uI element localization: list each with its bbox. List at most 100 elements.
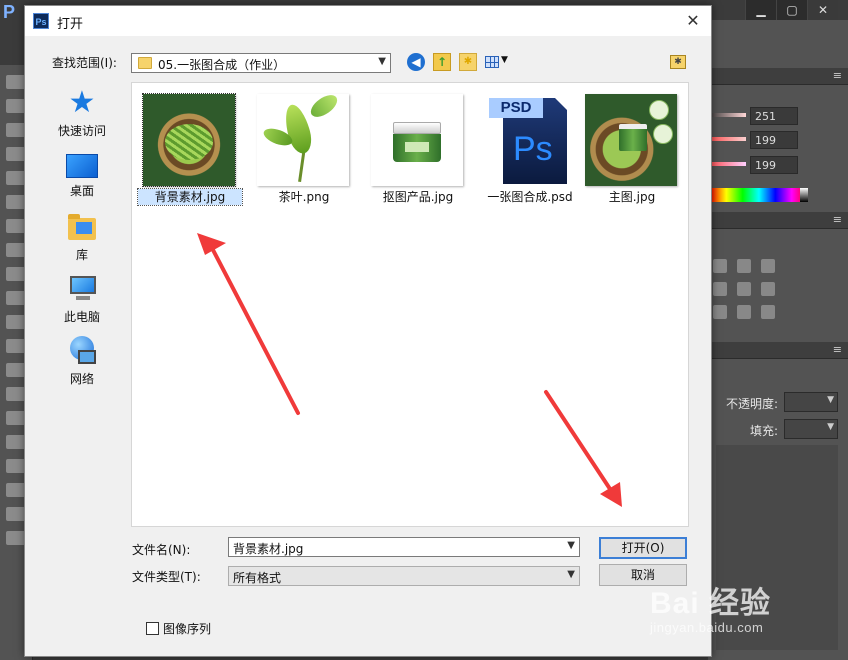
- minimize-icon[interactable]: ▁: [745, 0, 776, 20]
- brush-tool-icon[interactable]: [6, 243, 26, 257]
- color-spectrum-bw[interactable]: [800, 188, 808, 202]
- color-spectrum[interactable]: [710, 188, 808, 202]
- look-in-label: 查找范围(I):: [52, 56, 117, 70]
- filename-label: 文件名(N):: [132, 543, 191, 557]
- back-icon[interactable]: ◀: [407, 53, 425, 71]
- filename-input[interactable]: 背景素材.jpg ▼: [228, 537, 580, 557]
- photoshop-app-icon: Ps: [33, 13, 49, 29]
- panel-menu-icon[interactable]: ≡: [833, 213, 842, 226]
- opacity-label: 不透明度:: [726, 397, 779, 411]
- adjustment-icon[interactable]: [761, 305, 775, 319]
- file-item[interactable]: 茶叶.png: [252, 89, 356, 209]
- type-tool-icon[interactable]: [6, 435, 26, 449]
- look-in-combo[interactable]: 05.一张图合成（作业） ▼: [131, 53, 391, 73]
- eyedropper-tool-icon[interactable]: [6, 195, 26, 209]
- up-folder-icon[interactable]: ↑: [433, 53, 451, 71]
- chevron-down-icon[interactable]: ▼: [567, 540, 575, 551]
- opacity-combo[interactable]: ▼: [784, 392, 838, 412]
- place-desktop[interactable]: 桌面: [37, 150, 127, 199]
- computer-icon: [66, 274, 98, 304]
- place-label: 此电脑: [63, 310, 100, 324]
- maximize-icon[interactable]: ▢: [776, 0, 807, 20]
- star-icon: ★: [68, 85, 96, 120]
- slider-track[interactable]: [708, 113, 746, 117]
- color-value-r[interactable]: 251: [750, 107, 798, 125]
- image-sequence-option[interactable]: 图像序列: [146, 620, 211, 637]
- file-item[interactable]: 主图.jpg: [580, 89, 684, 209]
- adjustments-panel-tabs: ≡: [708, 212, 848, 229]
- open-button[interactable]: 打开(O): [599, 537, 687, 559]
- dialog-titlebar: Ps 打开 ✕: [25, 6, 711, 36]
- adjustment-icon[interactable]: [737, 282, 751, 296]
- place-this-pc[interactable]: 此电脑: [37, 274, 127, 325]
- place-label: 网络: [69, 372, 94, 386]
- file-name: 一张图合成.psd: [487, 190, 573, 204]
- image-sequence-checkbox[interactable]: [146, 622, 159, 635]
- new-folder-icon[interactable]: ✱: [459, 53, 477, 71]
- place-libraries[interactable]: 库: [37, 212, 127, 263]
- file-item[interactable]: 抠图产品.jpg: [366, 89, 470, 209]
- lasso-tool-icon[interactable]: [6, 123, 26, 137]
- place-network[interactable]: 网络: [37, 336, 127, 387]
- look-in-value: 05.一张图合成（作业）: [158, 58, 286, 72]
- blur-tool-icon[interactable]: [6, 363, 26, 377]
- stamp-tool-icon[interactable]: [6, 267, 26, 281]
- marquee-tool-icon[interactable]: [6, 99, 26, 113]
- fill-label: 填充:: [750, 424, 779, 438]
- adjustment-icon[interactable]: [713, 305, 727, 319]
- slider-track[interactable]: [708, 137, 746, 141]
- gradient-tool-icon[interactable]: [6, 339, 26, 353]
- file-name: 茶叶.png: [278, 190, 330, 204]
- file-thumbnail: [585, 94, 677, 186]
- watermark-main: Bai 经验: [650, 587, 772, 620]
- hand-tool-icon[interactable]: [6, 507, 26, 521]
- file-list[interactable]: 背景素材.jpg 茶叶.png 抠图产品.jpg PSD Ps 一张图合成.psd…: [131, 82, 689, 527]
- adjustment-icon[interactable]: [713, 259, 727, 273]
- path-select-tool-icon[interactable]: [6, 459, 26, 473]
- adjustment-icon[interactable]: [737, 305, 751, 319]
- place-label: 库: [75, 248, 88, 262]
- adjustment-icon[interactable]: [737, 259, 751, 273]
- place-quick-access[interactable]: ★ 快速访问: [37, 88, 127, 139]
- eraser-tool-icon[interactable]: [6, 315, 26, 329]
- file-item[interactable]: PSD Ps 一张图合成.psd: [478, 89, 582, 209]
- dodge-tool-icon[interactable]: [6, 387, 26, 401]
- history-brush-tool-icon[interactable]: [6, 291, 26, 305]
- color-slider-g: 199: [708, 131, 848, 151]
- close-icon[interactable]: ✕: [807, 0, 838, 20]
- fill-combo[interactable]: ▼: [784, 419, 838, 439]
- folder-icon: [138, 57, 152, 69]
- adjustment-icon[interactable]: [761, 282, 775, 296]
- panel-menu-icon[interactable]: ≡: [833, 343, 842, 356]
- network-icon: [66, 336, 98, 366]
- open-file-dialog: Ps 打开 ✕ 查找范围(I): 05.一张图合成（作业） ▼ ◀ ↑ ✱ ▼ …: [24, 5, 712, 657]
- healing-tool-icon[interactable]: [6, 219, 26, 233]
- pen-tool-icon[interactable]: [6, 411, 26, 425]
- file-thumbnail: [142, 93, 236, 187]
- color-value-b[interactable]: 199: [750, 156, 798, 174]
- place-label: 快速访问: [57, 124, 106, 138]
- filetype-combo[interactable]: 所有格式 ▼: [228, 566, 580, 586]
- adjustment-icon[interactable]: [761, 259, 775, 273]
- photoshop-right-panels: ≡ 251 199 199 ≡ ≡ 不透明度: ▼ 填充: ▼: [708, 20, 848, 660]
- adjustment-icon[interactable]: [713, 282, 727, 296]
- library-icon: [66, 212, 98, 242]
- panel-menu-icon[interactable]: ≡: [833, 69, 842, 82]
- view-menu-icon[interactable]: ▼: [485, 53, 511, 71]
- dialog-close-icon[interactable]: ✕: [681, 10, 705, 32]
- shape-tool-icon[interactable]: [6, 483, 26, 497]
- chevron-down-icon: ▼: [501, 55, 508, 65]
- folder-browse-icon[interactable]: ✱: [670, 55, 686, 69]
- file-item[interactable]: 背景素材.jpg: [137, 89, 243, 209]
- places-bar: ★ 快速访问 桌面 库 此电脑 网络: [37, 82, 127, 602]
- chevron-down-icon: ▼: [827, 422, 834, 432]
- slider-track[interactable]: [708, 162, 746, 166]
- crop-tool-icon[interactable]: [6, 171, 26, 185]
- filename-value: 背景素材.jpg: [233, 542, 304, 556]
- magic-wand-tool-icon[interactable]: [6, 147, 26, 161]
- color-value-g[interactable]: 199: [750, 131, 798, 149]
- move-tool-icon[interactable]: [6, 75, 26, 89]
- navigation-toolbar: ◀ ↑ ✱ ▼: [407, 53, 511, 71]
- zoom-tool-icon[interactable]: [6, 531, 26, 545]
- color-slider-b: 199: [708, 156, 848, 176]
